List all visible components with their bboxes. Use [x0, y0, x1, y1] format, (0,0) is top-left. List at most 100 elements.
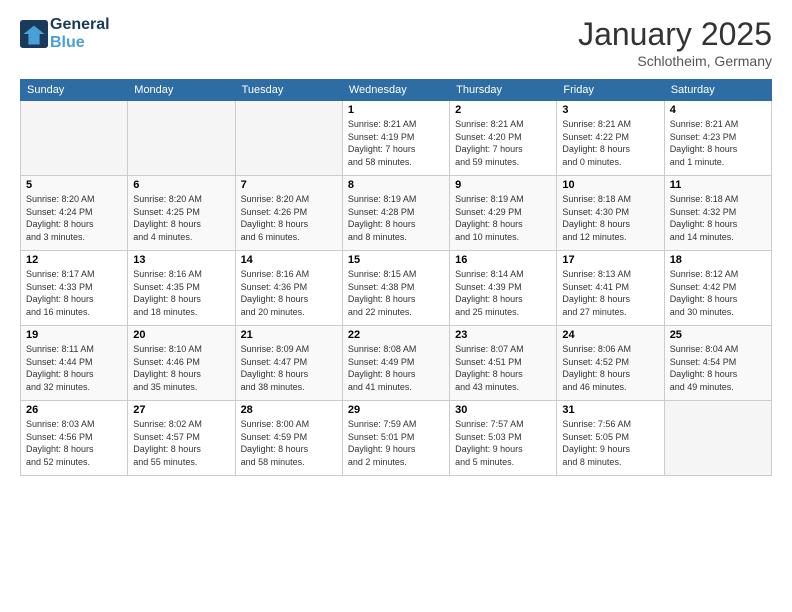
day-info: Sunrise: 8:08 AMSunset: 4:49 PMDaylight:…	[348, 343, 444, 393]
day-number: 30	[455, 404, 551, 416]
weekday-header-tuesday: Tuesday	[235, 80, 342, 101]
calendar-cell: 21 Sunrise: 8:09 AMSunset: 4:47 PMDayligh…	[235, 326, 342, 401]
day-number: 28	[241, 404, 337, 416]
calendar-cell: 1Sunrise: 8:21 AMSunset: 4:19 PMDaylight…	[342, 101, 449, 176]
calendar-cell: 11Sunrise: 8:18 AMSunset: 4:32 PMDayligh…	[664, 176, 771, 251]
calendar-cell	[235, 101, 342, 176]
calendar-cell: 10Sunrise: 8:18 AMSunset: 4:30 PMDayligh…	[557, 176, 664, 251]
day-number: 24	[562, 329, 658, 341]
calendar-cell: 8 Sunrise: 8:19 AMSunset: 4:28 PMDaylight…	[342, 176, 449, 251]
calendar-cell: 13 Sunrise: 8:16 AMSunset: 4:35 PMDayligh…	[128, 251, 235, 326]
calendar-cell: 22 Sunrise: 8:08 AMSunset: 4:49 PMDayligh…	[342, 326, 449, 401]
calendar-cell: 28 Sunrise: 8:00 AMSunset: 4:59 PMDayligh…	[235, 401, 342, 476]
day-number: 5	[26, 179, 122, 191]
day-number: 17	[562, 254, 658, 266]
day-number: 29	[348, 404, 444, 416]
calendar-cell: 3 Sunrise: 8:21 AMSunset: 4:22 PMDaylight…	[557, 101, 664, 176]
calendar-cell: 20Sunrise: 8:10 AMSunset: 4:46 PMDayligh…	[128, 326, 235, 401]
calendar-table: SundayMondayTuesdayWednesdayThursdayFrid…	[20, 79, 772, 476]
calendar-cell: 2 Sunrise: 8:21 AMSunset: 4:20 PMDaylight…	[450, 101, 557, 176]
day-info: Sunrise: 8:20 AMSunset: 4:26 PMDaylight:…	[241, 193, 337, 243]
day-info: Sunrise: 8:06 AMSunset: 4:52 PMDaylight:…	[562, 343, 658, 393]
calendar-cell: 16Sunrise: 8:14 AMSunset: 4:39 PMDayligh…	[450, 251, 557, 326]
calendar-cell	[21, 101, 128, 176]
logo-icon	[20, 20, 48, 48]
calendar-cell: 31 Sunrise: 7:56 AMSunset: 5:05 PMDayligh…	[557, 401, 664, 476]
day-info: Sunrise: 8:16 AMSunset: 4:36 PMDaylight:…	[241, 268, 337, 318]
day-info: Sunrise: 8:04 AMSunset: 4:54 PMDaylight:…	[670, 343, 766, 393]
day-info: Sunrise: 8:20 AMSunset: 4:25 PMDaylight:…	[133, 193, 229, 243]
day-info: Sunrise: 8:21 AMSunset: 4:20 PMDaylight:…	[455, 118, 551, 168]
day-number: 6	[133, 179, 229, 191]
weekday-header-wednesday: Wednesday	[342, 80, 449, 101]
day-info: Sunrise: 8:00 AMSunset: 4:59 PMDaylight:…	[241, 418, 337, 468]
day-number: 25	[670, 329, 766, 341]
day-number: 15	[348, 254, 444, 266]
day-number: 20	[133, 329, 229, 341]
weekday-header-saturday: Saturday	[664, 80, 771, 101]
day-info: Sunrise: 8:18 AMSunset: 4:32 PMDaylight:…	[670, 193, 766, 243]
logo: General Blue	[20, 16, 110, 51]
calendar-cell: 24 Sunrise: 8:06 AMSunset: 4:52 PMDayligh…	[557, 326, 664, 401]
day-number: 13	[133, 254, 229, 266]
calendar-cell: 18 Sunrise: 8:12 AMSunset: 4:42 PMDayligh…	[664, 251, 771, 326]
day-number: 16	[455, 254, 551, 266]
location: Schlotheim, Germany	[578, 53, 772, 69]
calendar-cell: 15 Sunrise: 8:15 AMSunset: 4:38 PMDayligh…	[342, 251, 449, 326]
calendar-cell: 17 Sunrise: 8:13 AMSunset: 4:41 PMDayligh…	[557, 251, 664, 326]
day-info: Sunrise: 8:21 AMSunset: 4:22 PMDaylight:…	[562, 118, 658, 168]
day-info: Sunrise: 7:57 AMSunset: 5:03 PMDaylight:…	[455, 418, 551, 468]
calendar-cell: 12 Sunrise: 8:17 AMSunset: 4:33 PMDayligh…	[21, 251, 128, 326]
calendar-cell: 9 Sunrise: 8:19 AMSunset: 4:29 PMDaylight…	[450, 176, 557, 251]
weekday-header-friday: Friday	[557, 80, 664, 101]
day-info: Sunrise: 8:07 AMSunset: 4:51 PMDaylight:…	[455, 343, 551, 393]
day-number: 4	[670, 104, 766, 116]
calendar-cell: 27 Sunrise: 8:02 AMSunset: 4:57 PMDayligh…	[128, 401, 235, 476]
day-number: 22	[348, 329, 444, 341]
calendar-cell	[128, 101, 235, 176]
calendar-cell: 5 Sunrise: 8:20 AMSunset: 4:24 PMDaylight…	[21, 176, 128, 251]
day-info: Sunrise: 8:20 AMSunset: 4:24 PMDaylight:…	[26, 193, 122, 243]
weekday-header-thursday: Thursday	[450, 80, 557, 101]
calendar-cell: 7 Sunrise: 8:20 AMSunset: 4:26 PMDaylight…	[235, 176, 342, 251]
calendar-cell: 25 Sunrise: 8:04 AMSunset: 4:54 PMDayligh…	[664, 326, 771, 401]
day-info: Sunrise: 8:02 AMSunset: 4:57 PMDaylight:…	[133, 418, 229, 468]
calendar-cell: 4 Sunrise: 8:21 AMSunset: 4:23 PMDaylight…	[664, 101, 771, 176]
day-info: Sunrise: 8:21 AMSunset: 4:19 PMDaylight:…	[348, 118, 444, 168]
logo-line2: Blue	[50, 34, 110, 52]
day-info: Sunrise: 8:15 AMSunset: 4:38 PMDaylight:…	[348, 268, 444, 318]
day-info: Sunrise: 8:18 AMSunset: 4:30 PMDaylight:…	[562, 193, 658, 243]
weekday-header-monday: Monday	[128, 80, 235, 101]
day-number: 14	[241, 254, 337, 266]
day-info: Sunrise: 8:12 AMSunset: 4:42 PMDaylight:…	[670, 268, 766, 318]
day-number: 18	[670, 254, 766, 266]
day-info: Sunrise: 8:19 AMSunset: 4:29 PMDaylight:…	[455, 193, 551, 243]
day-info: Sunrise: 8:09 AMSunset: 4:47 PMDaylight:…	[241, 343, 337, 393]
day-number: 12	[26, 254, 122, 266]
day-number: 27	[133, 404, 229, 416]
day-number: 9	[455, 179, 551, 191]
page-header: General Blue January 2025 Schlotheim, Ge…	[20, 16, 772, 69]
calendar-cell: 19 Sunrise: 8:11 AMSunset: 4:44 PMDayligh…	[21, 326, 128, 401]
calendar-cell: 14 Sunrise: 8:16 AMSunset: 4:36 PMDayligh…	[235, 251, 342, 326]
day-number: 23	[455, 329, 551, 341]
day-number: 3	[562, 104, 658, 116]
day-number: 31	[562, 404, 658, 416]
calendar-cell: 29 Sunrise: 7:59 AMSunset: 5:01 PMDayligh…	[342, 401, 449, 476]
day-number: 8	[348, 179, 444, 191]
day-info: Sunrise: 8:16 AMSunset: 4:35 PMDaylight:…	[133, 268, 229, 318]
day-number: 21	[241, 329, 337, 341]
month-title: January 2025	[578, 16, 772, 53]
day-number: 19	[26, 329, 122, 341]
day-number: 7	[241, 179, 337, 191]
day-number: 2	[455, 104, 551, 116]
day-info: Sunrise: 8:19 AMSunset: 4:28 PMDaylight:…	[348, 193, 444, 243]
day-info: Sunrise: 8:17 AMSunset: 4:33 PMDaylight:…	[26, 268, 122, 318]
day-info: Sunrise: 8:21 AMSunset: 4:23 PMDaylight:…	[670, 118, 766, 168]
calendar-cell	[664, 401, 771, 476]
day-info: Sunrise: 8:11 AMSunset: 4:44 PMDaylight:…	[26, 343, 122, 393]
day-info: Sunrise: 7:56 AMSunset: 5:05 PMDaylight:…	[562, 418, 658, 468]
logo-line1: General	[50, 16, 110, 34]
day-info: Sunrise: 8:13 AMSunset: 4:41 PMDaylight:…	[562, 268, 658, 318]
day-info: Sunrise: 7:59 AMSunset: 5:01 PMDaylight:…	[348, 418, 444, 468]
